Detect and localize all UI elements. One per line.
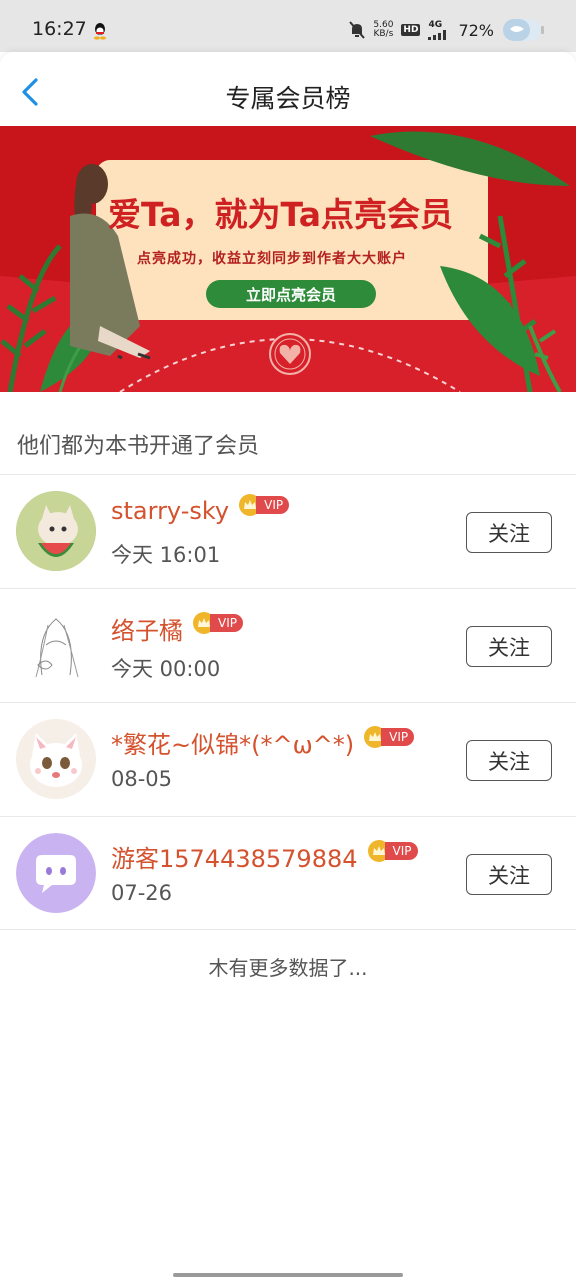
signal-icon [428, 29, 447, 40]
status-icons: 5.60 KB/s HD 4G 72% [349, 17, 546, 43]
banner-subline: 点亮成功，收益立刻同步到作者大大账户 [137, 251, 407, 267]
vip-badge: VIP [367, 839, 418, 862]
battery-icon [503, 19, 544, 41]
home-indicator[interactable] [173, 1273, 403, 1277]
status-time: 16:27 [32, 18, 87, 40]
status-bar: 16:27 5.60 KB/s HD 4G 72% [0, 0, 576, 52]
follow-button[interactable]: 关注 [466, 854, 552, 895]
hd-badge: HD [401, 24, 421, 36]
vip-label: VIP [210, 613, 243, 632]
divider [0, 929, 576, 930]
vip-label: VIP [384, 841, 418, 860]
member-name: 络子橘 [111, 617, 183, 645]
title-bar: 专属会员榜 [0, 52, 576, 128]
light-up-vip-button[interactable]: 立即点亮会员 [206, 280, 376, 308]
member-name-line: 游客1574438579884 VIP [111, 839, 418, 874]
vip-badge: VIP [239, 494, 290, 516]
member-name-line: starry-sky VIP [111, 494, 290, 525]
member-row[interactable]: starry-sky VIP 今天 16:01 关注 [0, 475, 576, 588]
member-row[interactable]: 络子橘 VIP 今天 00:00 关注 [0, 589, 576, 702]
avatar[interactable] [16, 491, 96, 571]
follow-button[interactable]: 关注 [466, 626, 552, 667]
member-time: 07-26 [111, 881, 173, 905]
avatar[interactable] [16, 719, 96, 799]
member-name-line: *繁花~似锦*(*^ω^*) VIP [111, 725, 415, 760]
vip-promo-banner[interactable]: 爱Ta，就为Ta点亮会员 点亮成功，收益立刻同步到作者大大账户 立即点亮会员 [0, 126, 576, 392]
follow-button[interactable]: 关注 [466, 740, 552, 781]
member-name: *繁花~似锦*(*^ω^*) [111, 731, 355, 759]
avatar[interactable] [16, 605, 96, 685]
page-title: 专属会员榜 [225, 84, 351, 113]
follow-button[interactable]: 关注 [466, 512, 552, 553]
member-name: 游客1574438579884 [111, 845, 358, 873]
member-time: 今天 00:00 [111, 657, 221, 681]
mute-bell-icon [349, 21, 366, 39]
light-up-vip-label: 立即点亮会员 [245, 285, 336, 304]
member-time: 今天 16:01 [111, 543, 221, 567]
battery-percent: 72% [458, 20, 494, 40]
member-row[interactable]: 游客1574438579884 VIP 07-26 关注 [0, 817, 576, 930]
vip-badge: VIP [193, 611, 243, 634]
member-name: starry-sky [111, 497, 230, 525]
no-more-data-text: 木有更多数据了... [208, 956, 368, 980]
vip-badge: VIP [364, 725, 415, 748]
member-row[interactable]: *繁花~似锦*(*^ω^*) VIP 08-05 关注 [0, 703, 576, 816]
vip-label: VIP [381, 727, 415, 746]
qq-icon [94, 23, 106, 40]
member-name-line: 络子橘 VIP [111, 611, 243, 646]
banner-headline: 爱Ta，就为Ta点亮会员 [108, 195, 454, 234]
avatar[interactable] [16, 833, 96, 913]
member-time: 08-05 [111, 767, 173, 791]
section-title: 他们都为本书开通了会员 [17, 434, 260, 459]
net-speed: 5.60 KB/s [373, 21, 393, 39]
net-speed-unit: KB/s [373, 29, 394, 39]
vip-label: VIP [256, 496, 290, 514]
network-type: 4G [428, 19, 443, 30]
signal-indicator: 4G [428, 19, 450, 40]
